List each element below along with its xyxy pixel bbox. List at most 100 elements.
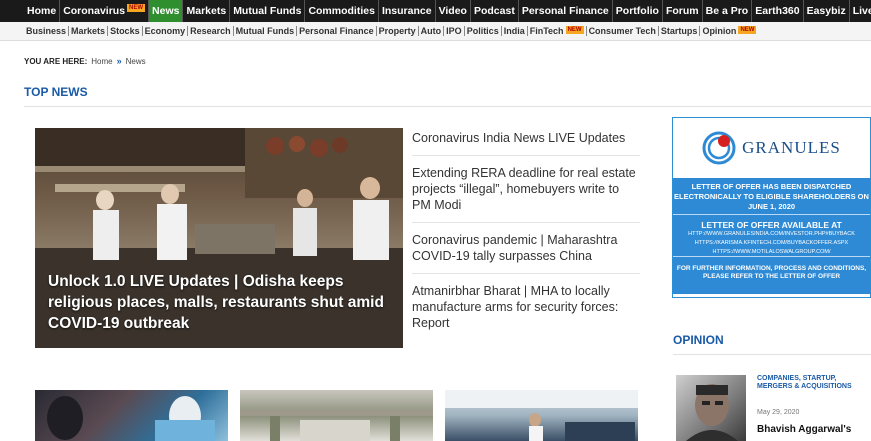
nav-item-label: Easybiz (806, 5, 846, 17)
subnav-item-property[interactable]: Property (377, 26, 419, 36)
subnav-item-label: Markets (71, 26, 106, 36)
nav-item-label: Coronavirus (63, 5, 126, 17)
subnav-item-markets[interactable]: Markets (69, 26, 109, 36)
nav-item-coronavirus[interactable]: Coronavirus NEW (60, 0, 150, 22)
nav-item-commodities[interactable]: Commodities (305, 0, 379, 22)
advertisement-banner[interactable]: GRANULES LETTER OF OFFER HAS BEEN DISPAT… (672, 117, 871, 298)
nav-item-be-a-pro[interactable]: Be a Pro (703, 0, 753, 22)
opinion-category[interactable]: COMPANIES, STARTUP, MERGERS & ACQUISITIO… (757, 375, 867, 391)
subnav-item-startups[interactable]: Startups (659, 26, 701, 36)
breadcrumb-label: YOU ARE HERE: (24, 56, 88, 66)
subnav-item-india[interactable]: India (502, 26, 528, 36)
ad-text-dispatch: LETTER OF OFFER HAS BEEN DISPATCHED ELEC… (673, 178, 870, 214)
nav-item-home[interactable]: Home (24, 0, 61, 22)
nav-item-label: Insurance (381, 5, 432, 17)
subnav-item-business[interactable]: Business (24, 26, 70, 36)
subnav-item-label: Property (378, 26, 416, 36)
nav-item-label: Commodities (308, 5, 375, 17)
headline-link[interactable]: Atmanirbhar Bharat | MHA to locally manu… (412, 283, 640, 340)
ad-logo: GRANULES (673, 118, 870, 178)
new-badge: NEW (738, 26, 757, 34)
subnav-item-consumer-tech[interactable]: Consumer Tech (587, 26, 659, 36)
breadcrumb-current: News (125, 56, 146, 66)
nav-item-label: Markets (186, 5, 227, 17)
subnav-item-stocks[interactable]: Stocks (108, 26, 143, 36)
story-thumbnail[interactable] (445, 390, 638, 441)
thumbnail-image (240, 410, 433, 441)
nav-item-insurance[interactable]: Insurance (379, 0, 436, 22)
subnav-item-auto[interactable]: Auto (419, 26, 445, 36)
headline-list: Coronavirus India News LIVE Updates Exte… (412, 130, 640, 349)
sub-nav: Business Markets Stocks Economy Research Mutu… (0, 22, 871, 41)
subnav-item-opinion[interactable]: Opinion NEW (700, 26, 758, 36)
nav-item-easybiz[interactable]: Easybiz (804, 0, 850, 22)
subnav-item-label: India (503, 26, 525, 36)
opinion-date: May 29, 2020 (757, 409, 800, 416)
ad-offer-block: LETTER OF OFFER AVAILABLE AT HTTP://WWW.… (673, 214, 870, 256)
nav-item-label: Podcast (473, 5, 515, 17)
subnav-item-label: Opinion (702, 26, 737, 36)
ad-offer-title: LETTER OF OFFER AVAILABLE AT (701, 220, 842, 230)
granules-logo-icon (702, 131, 736, 165)
subnav-item-label: FinTech (529, 26, 564, 36)
subnav-item-label: Politics (466, 26, 499, 36)
subnav-item-label: Startups (660, 26, 698, 36)
subnav-item-personal-finance[interactable]: Personal Finance (297, 26, 377, 36)
nav-item-label: Live TV (852, 5, 871, 17)
ad-brand: GRANULES (742, 138, 841, 157)
nav-item-markets[interactable]: Markets (183, 0, 231, 22)
opinion-title: OPINION (673, 333, 724, 347)
nav-item-portfolio[interactable]: Portfolio (613, 0, 663, 22)
main-nav: Home Coronavirus NEW News Markets Mutual Fund… (0, 0, 871, 22)
ad-text-info: FOR FURTHER INFORMATION, PROCESS AND CON… (673, 256, 870, 294)
opinion-author-headline[interactable]: Bhavish Aggarwal's (757, 424, 851, 435)
nav-item-news[interactable]: News (149, 0, 184, 22)
nav-item-podcast[interactable]: Podcast (471, 0, 519, 22)
story-thumbnail[interactable] (35, 390, 228, 441)
subnav-item-label: Business (26, 26, 67, 36)
new-badge: NEW (127, 4, 146, 12)
subnav-item-label: Stocks (110, 26, 140, 36)
ad-url[interactable]: HTTPS://KARISMA.KFINTECH.COM/BUYBACKOFFE… (673, 239, 870, 248)
subnav-item-ipo[interactable]: IPO (444, 26, 465, 36)
nav-item-label: Be a Pro (705, 5, 749, 17)
subnav-item-label: Auto (420, 26, 442, 36)
subnav-item-label: IPO (446, 26, 462, 36)
story-thumbnail[interactable] (240, 390, 433, 441)
subnav-item-economy[interactable]: Economy (143, 26, 189, 36)
hero-story[interactable]: Unlock 1.0 LIVE Updates | Odisha keeps r… (35, 128, 403, 348)
headline-link[interactable]: Extending RERA deadline for real estate … (412, 165, 640, 223)
nav-item-label: Portfolio (615, 5, 659, 17)
subnav-item-mutual-funds[interactable]: Mutual Funds (234, 26, 298, 36)
subnav-item-label: Economy (144, 26, 186, 36)
new-badge: NEW (565, 26, 584, 34)
subnav-item-research[interactable]: Research (188, 26, 234, 36)
nav-item-live-tv[interactable]: Live TV (850, 0, 871, 22)
nav-item-video[interactable]: Video (436, 0, 471, 22)
hero-caption[interactable]: Unlock 1.0 LIVE Updates | Odisha keeps r… (48, 271, 398, 334)
headline-link[interactable]: Coronavirus pandemic | Maharashtra COVID… (412, 232, 640, 274)
nav-item-label: News (152, 5, 180, 17)
nav-item-mutual-funds[interactable]: Mutual Funds (230, 0, 306, 22)
subnav-item-label: Mutual Funds (235, 26, 295, 36)
divider (673, 354, 871, 355)
subnav-item-label: Personal Finance (299, 26, 374, 36)
nav-item-earth360[interactable]: Earth360 (752, 0, 804, 22)
breadcrumb-home-link[interactable]: Home (91, 57, 112, 66)
divider (24, 106, 871, 107)
subnav-item-label: Consumer Tech (588, 26, 656, 36)
subnav-item-politics[interactable]: Politics (465, 26, 502, 36)
breadcrumb-separator-icon: » (116, 56, 122, 66)
author-photo[interactable] (676, 375, 746, 441)
nav-item-label: Personal Finance (521, 5, 609, 17)
nav-item-forum[interactable]: Forum (663, 0, 703, 22)
thumbnail-image (47, 396, 215, 441)
headline-link[interactable]: Coronavirus India News LIVE Updates (412, 130, 640, 156)
subnav-item-fintech[interactable]: FinTech NEW (528, 26, 587, 36)
breadcrumb: YOU ARE HERE: Home » News (24, 56, 146, 66)
nav-item-personal-finance[interactable]: Personal Finance (519, 0, 613, 22)
ad-url[interactable]: HTTP://WWW.GRANULESINDIA.COM/INVESTOR.PH… (673, 230, 870, 239)
thumbnail-image (445, 390, 638, 441)
subnav-item-label: Research (190, 26, 231, 36)
author-photo-image (686, 384, 738, 441)
